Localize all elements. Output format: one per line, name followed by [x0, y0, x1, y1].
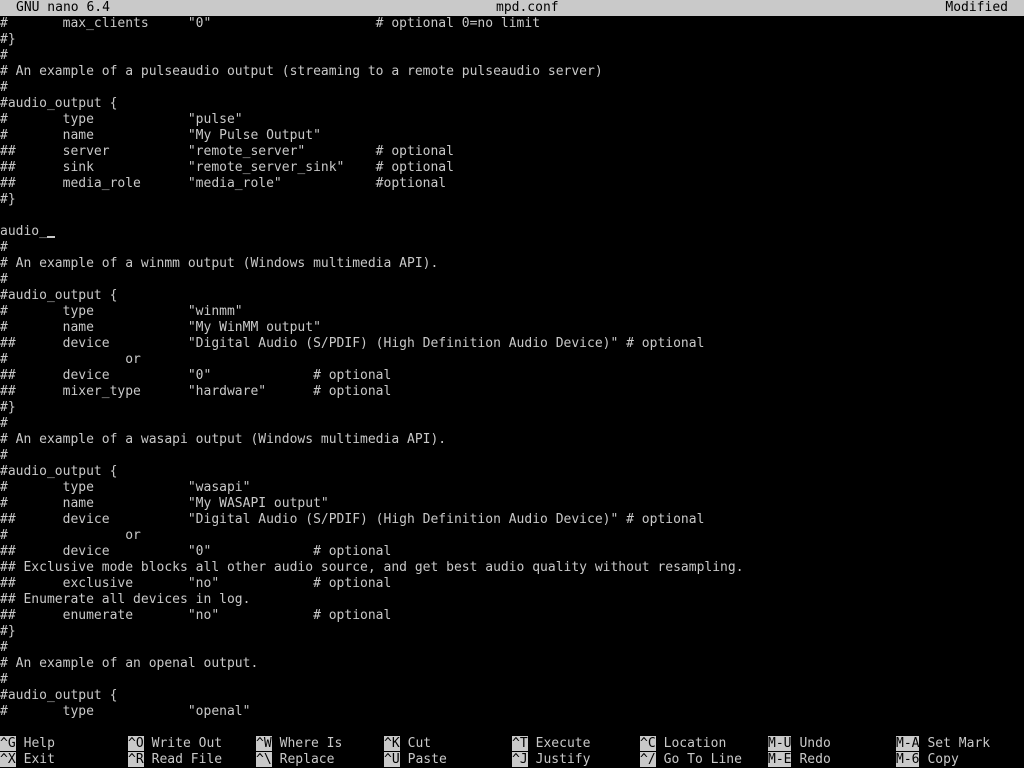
shortcut-paste[interactable]: ^U Paste [384, 752, 447, 768]
shortcut-label: Set Mark [927, 736, 991, 751]
shortcut-undo[interactable]: M-U Undo [768, 736, 831, 752]
shortcut-copy[interactable]: M-6 Copy [896, 752, 959, 768]
editor-line[interactable]: # An example of a wasapi output (Windows… [0, 432, 1024, 448]
editor-line[interactable]: # type "wasapi" [0, 480, 1024, 496]
editor-line[interactable]: ## exclusive "no" # optional [0, 576, 1024, 592]
shortcut-key: ^W [256, 736, 272, 751]
shortcut-redo[interactable]: M-E Redo [768, 752, 831, 768]
editor-line[interactable]: ## enumerate "no" # optional [0, 608, 1024, 624]
shortcut-label: Exit [23, 752, 55, 767]
shortcut-go-to-line[interactable]: ^/ Go To Line [640, 752, 742, 768]
file-name: mpd.conf [496, 0, 559, 15]
shortcut-key: ^C [640, 736, 656, 751]
editor-line[interactable]: # [0, 448, 1024, 464]
shortcut-label: Justify [535, 752, 591, 767]
editor-line[interactable]: # type "pulse" [0, 112, 1024, 128]
editor-line[interactable]: #audio_output { [0, 96, 1024, 112]
editor-line[interactable]: #audio_output { [0, 688, 1024, 704]
editor-line[interactable]: # An example of a pulseaudio output (str… [0, 64, 1024, 80]
shortcut-label: Undo [799, 736, 831, 751]
shortcut-key: ^\ [256, 752, 272, 767]
editor-line[interactable]: ## mixer_type "hardware" # optional [0, 384, 1024, 400]
editor-line[interactable]: ## media_role "media_role" #optional [0, 176, 1024, 192]
editor-line[interactable]: # [0, 272, 1024, 288]
editor-line[interactable]: #} [0, 624, 1024, 640]
shortcut-exit[interactable]: ^X Exit [0, 752, 55, 768]
shortcut-key: ^G [0, 736, 16, 751]
editor-line[interactable]: ## device "0" # optional [0, 368, 1024, 384]
shortcut-label: Go To Line [663, 752, 742, 767]
shortcut-set-mark[interactable]: M-A Set Mark [896, 736, 990, 752]
shortcut-label: Location [663, 736, 727, 751]
shortcut-label: Read File [151, 752, 223, 767]
editor-line[interactable]: # [0, 240, 1024, 256]
shortcut-label: Copy [927, 752, 959, 767]
shortcut-cut[interactable]: ^K Cut [384, 736, 431, 752]
shortcut-label: Paste [407, 752, 447, 767]
editor-text-area[interactable]: # max_clients "0" # optional 0=no limit #… [0, 16, 1024, 720]
shortcut-bar: ^G Help ^O Write Out ^W Where Is ^K Cut ^T Execut… [0, 736, 1024, 768]
modified-status: Modified [945, 0, 1008, 15]
shortcut-label: Cut [407, 736, 432, 751]
shortcut-key: ^K [384, 736, 400, 751]
title-bar: GNU nano 6.4 mpd.conf Modified [0, 0, 1024, 16]
shortcut-label: Redo [799, 752, 831, 767]
editor-line[interactable]: # or [0, 352, 1024, 368]
editor-line[interactable]: # or [0, 528, 1024, 544]
shortcut-key: ^U [384, 752, 400, 767]
shortcut-execute[interactable]: ^T Execute [512, 736, 590, 752]
shortcut-label: Help [23, 736, 55, 751]
editor-line[interactable]: # name "My Pulse Output" [0, 128, 1024, 144]
editor-line[interactable]: audio_ [0, 224, 1024, 240]
shortcut-label: Replace [279, 752, 335, 767]
shortcut-key: ^J [512, 752, 528, 767]
shortcut-key: ^R [128, 752, 144, 767]
editor-line[interactable]: #audio_output { [0, 288, 1024, 304]
shortcut-key: M-6 [896, 752, 920, 767]
editor-line[interactable]: # [0, 48, 1024, 64]
editor-line[interactable]: ## sink "remote_server_sink" # optional [0, 160, 1024, 176]
editor-line[interactable]: #audio_output { [0, 464, 1024, 480]
shortcut-write-out[interactable]: ^O Write Out [128, 736, 222, 752]
editor-line[interactable]: # An example of an openal output. [0, 656, 1024, 672]
shortcut-key: ^X [0, 752, 16, 767]
editor-line[interactable]: ## server "remote_server" # optional [0, 144, 1024, 160]
editor-line[interactable]: ## device "Digital Audio (S/PDIF) (High … [0, 336, 1024, 352]
shortcut-label: Write Out [151, 736, 223, 751]
editor-line[interactable]: #} [0, 192, 1024, 208]
shortcut-key: ^O [128, 736, 144, 751]
shortcut-label: Execute [535, 736, 591, 751]
shortcut-key: M-E [768, 752, 792, 767]
editor-line[interactable]: ## device "0" # optional [0, 544, 1024, 560]
app-name: GNU nano 6.4 [16, 0, 110, 15]
shortcut-key: ^/ [640, 752, 656, 767]
shortcut-read-file[interactable]: ^R Read File [128, 752, 222, 768]
editor-line[interactable]: # name "My WASAPI output" [0, 496, 1024, 512]
editor-line[interactable] [0, 208, 1024, 224]
editor-line[interactable]: # [0, 672, 1024, 688]
editor-line[interactable]: # name "My WinMM output" [0, 320, 1024, 336]
editor-line[interactable]: # max_clients "0" # optional 0=no limit [0, 16, 1024, 32]
editor-line[interactable]: #} [0, 400, 1024, 416]
editor-line[interactable]: # [0, 80, 1024, 96]
editor-line[interactable]: #} [0, 32, 1024, 48]
shortcut-justify[interactable]: ^J Justify [512, 752, 590, 768]
shortcut-where-is[interactable]: ^W Where Is [256, 736, 342, 752]
editor-line[interactable]: # [0, 640, 1024, 656]
text-cursor [46, 236, 55, 238]
editor-line[interactable]: # type "winmm" [0, 304, 1024, 320]
shortcut-key: M-U [768, 736, 792, 751]
editor-line[interactable]: # [0, 416, 1024, 432]
editor-line[interactable]: # An example of a winmm output (Windows … [0, 256, 1024, 272]
shortcut-replace[interactable]: ^\ Replace [256, 752, 334, 768]
editor-line[interactable]: # type "openal" [0, 704, 1024, 720]
shortcut-label: Where Is [279, 736, 343, 751]
editor-line[interactable]: ## device "Digital Audio (S/PDIF) (High … [0, 512, 1024, 528]
editor-line[interactable]: ## Enumerate all devices in log. [0, 592, 1024, 608]
shortcut-key: M-A [896, 736, 920, 751]
shortcut-help[interactable]: ^G Help [0, 736, 55, 752]
shortcut-key: ^T [512, 736, 528, 751]
shortcut-location[interactable]: ^C Location [640, 736, 726, 752]
editor-line[interactable]: ## Exclusive mode blocks all other audio… [0, 560, 1024, 576]
